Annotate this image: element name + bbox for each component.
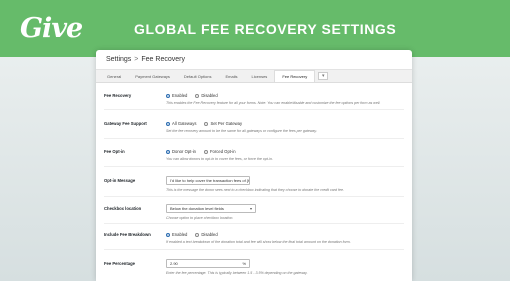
give-logo: Give [20,13,83,44]
chevron-down-icon: ▾ [249,206,252,211]
chevron-down-icon: ▾ [321,73,325,79]
radio-checked-icon [166,149,170,154]
setting-label: Include Fee Breakdown [104,232,151,237]
radio-enabled[interactable]: Enabled [166,93,187,98]
tab-bar: General Payment Gateways Default Options… [96,70,412,83]
opt-in-message-input[interactable]: I'd like to help cover the transaction f… [166,176,250,185]
divider [104,249,404,250]
radio-unchecked-icon [204,121,209,126]
divider [104,166,404,167]
radio-checked-icon [166,121,170,126]
tab-fee-recovery[interactable]: Fee Recovery [274,70,316,82]
divider [104,138,404,139]
divider [104,223,404,224]
radio-disabled[interactable]: Disabled [195,93,218,98]
breadcrumb-current: Fee Recovery [141,56,185,63]
setting-description: This enables the Fee Recovery feature fo… [166,101,381,105]
setting-label: Fee Opt-in [104,149,125,154]
banner-title: GLOBAL FEE RECOVERY SETTINGS [134,20,397,37]
tab-payment-gateways[interactable]: Payment Gateways [128,71,177,82]
breadcrumb-root[interactable]: Settings [106,56,131,63]
setting-description: If enabled a text breakdown of the donat… [166,240,351,244]
radio-donor-opt-in[interactable]: Donor Opt-in [166,149,196,154]
setting-description: Choose option to place checkbox location… [166,216,234,220]
setting-label: Opt-in Message [104,178,136,183]
radio-checked-icon [166,93,170,98]
fee-percentage-input[interactable]: 2.90 % [166,259,250,268]
setting-description: Set the fee recovery amount to be the sa… [166,129,317,133]
radio-checked-icon [166,232,170,237]
divider [104,109,404,110]
percent-unit: % [242,261,246,266]
radio-breakdown-enabled[interactable]: Enabled [166,232,187,237]
setting-label: Checkbox location [104,206,142,211]
setting-description: This is the message the donor sees next … [166,188,344,192]
tab-more-dropdown[interactable]: ▾ [318,72,329,80]
radio-forced-opt-in[interactable]: Forced Opt-in [203,149,236,154]
setting-description: You can allow donors to opt-in to cover … [166,157,273,161]
radio-breakdown-disabled[interactable]: Disabled [195,232,218,237]
breadcrumb: Settings > Fee Recovery [96,50,412,70]
tab-emails[interactable]: Emails [219,71,245,82]
tab-default-options[interactable]: Default Options [177,71,219,82]
radio-all-gateways[interactable]: All Gateways [166,121,196,126]
setting-label: Fee Recovery [104,93,132,98]
radio-unchecked-icon [203,149,208,154]
radio-unchecked-icon [195,232,200,237]
divider [104,196,404,197]
setting-label: Gateway Fee Support [104,121,147,126]
tab-general[interactable]: General [100,71,128,82]
setting-label: Fee Percentage [104,261,135,266]
setting-description: Enter the fee percentage. This is typica… [166,271,308,275]
radio-unchecked-icon [195,93,200,98]
breadcrumb-separator: > [134,56,139,63]
checkbox-location-select[interactable]: Below the donation level fields ▾ [166,204,256,213]
radio-set-per-gateway[interactable]: Set Per Gateway [204,121,242,126]
header-banner: Give GLOBAL FEE RECOVERY SETTINGS [0,0,510,57]
tab-licenses[interactable]: Licenses [245,71,275,82]
settings-window: Settings > Fee Recovery General Payment … [96,50,412,281]
